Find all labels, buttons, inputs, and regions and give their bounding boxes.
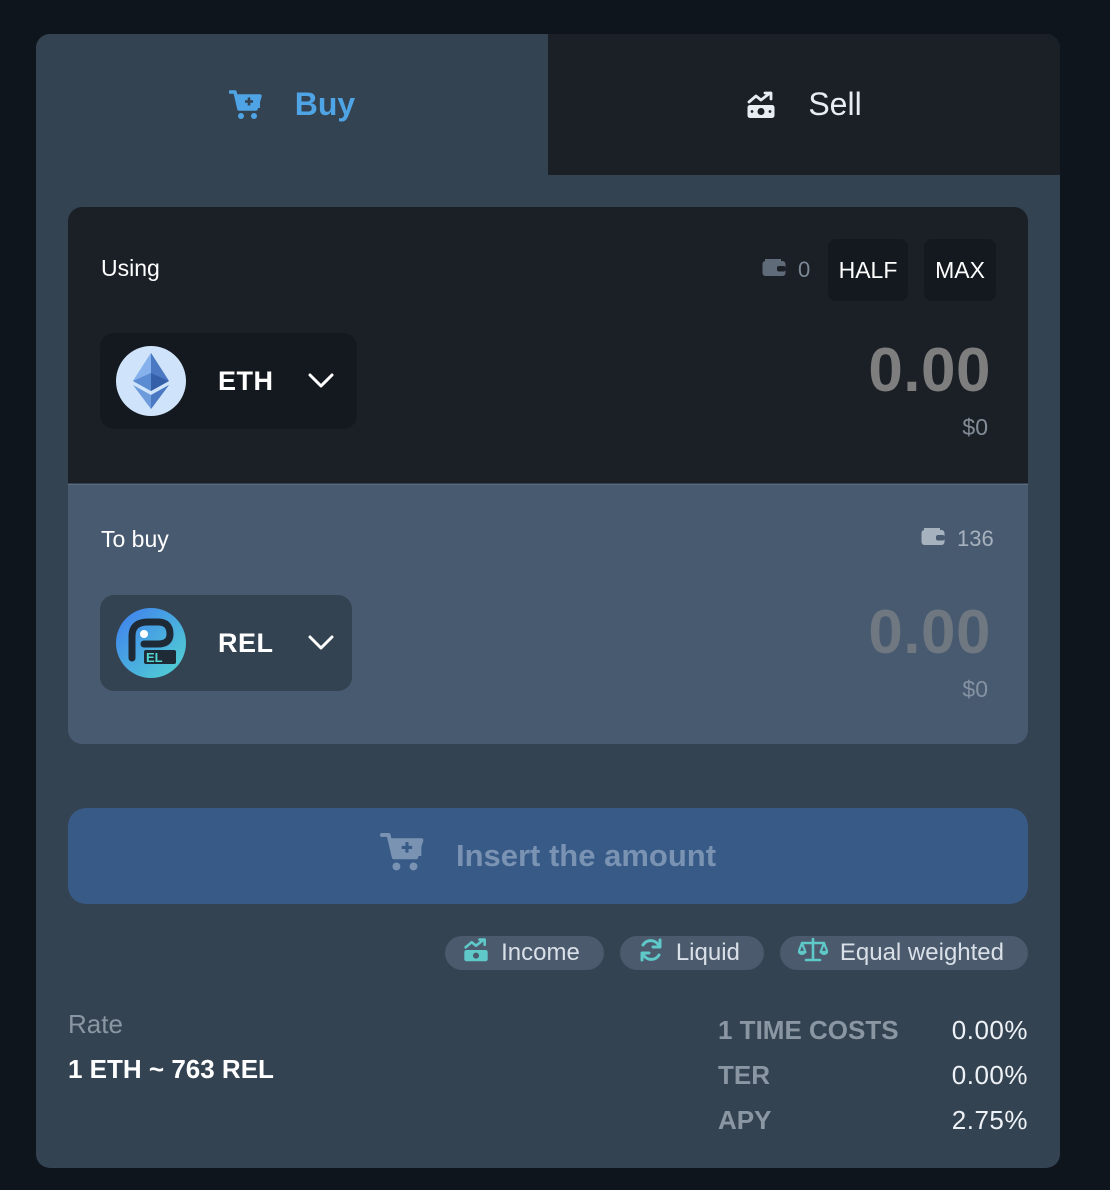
max-button[interactable]: MAX bbox=[924, 239, 996, 301]
tab-sell[interactable]: Sell bbox=[548, 34, 1060, 175]
using-token-symbol: ETH bbox=[218, 365, 274, 396]
using-panel: Using 0 HALF MAX ETH 0.00 $0 bbox=[68, 207, 1028, 483]
tag-equal-weighted: Equal weighted bbox=[779, 936, 1028, 970]
tag-income-label: Income bbox=[501, 939, 580, 966]
cost-row-ter: TER 0.00% bbox=[718, 1053, 1028, 1098]
rate-value: 1 ETH ~ 763 REL bbox=[68, 1054, 274, 1084]
chevron-down-icon bbox=[308, 635, 334, 651]
cost-value: 2.75% bbox=[951, 1105, 1028, 1135]
cost-row-apy: APY 2.75% bbox=[718, 1098, 1028, 1143]
money-chart-icon bbox=[746, 90, 776, 120]
wallet-icon bbox=[762, 257, 786, 283]
to-buy-token-select[interactable]: EL REL bbox=[100, 595, 352, 691]
rate-label: Rate bbox=[68, 1009, 123, 1039]
using-balance: 0 bbox=[762, 257, 810, 283]
wallet-icon bbox=[921, 526, 945, 552]
using-label: Using bbox=[101, 255, 160, 281]
insert-amount-label: Insert the amount bbox=[455, 838, 717, 873]
ethereum-logo bbox=[116, 346, 186, 416]
to-buy-balance-value: 136 bbox=[957, 526, 994, 551]
tag-income: Income bbox=[445, 936, 604, 970]
cost-value: 0.00% bbox=[951, 1060, 1028, 1090]
to-buy-balance: 136 bbox=[921, 526, 994, 552]
rel-logo: EL bbox=[116, 608, 186, 678]
to-buy-label: To buy bbox=[101, 526, 169, 552]
svg-text:EL: EL bbox=[146, 650, 163, 665]
cart-plus-icon bbox=[379, 831, 426, 881]
tag-liquid-label: Liquid bbox=[675, 939, 740, 966]
chevron-down-icon bbox=[308, 373, 334, 389]
tag-liquid: Liquid bbox=[619, 936, 764, 970]
cost-value: 0.00% bbox=[951, 1015, 1028, 1045]
money-chart-icon bbox=[463, 937, 489, 970]
using-amount[interactable]: 0.00 bbox=[868, 335, 991, 406]
to-buy-token-symbol: REL bbox=[218, 627, 274, 658]
cost-key: APY bbox=[718, 1105, 772, 1135]
tab-buy-label: Buy bbox=[294, 86, 356, 122]
to-buy-panel: To buy 136 EL REL 0.00 $0 bbox=[68, 484, 1028, 744]
tag-equal-weighted-label: Equal weighted bbox=[839, 939, 1004, 966]
tab-bar: Buy Sell bbox=[36, 34, 1060, 175]
fund-tags: Income Liquid Equal weighted bbox=[445, 936, 1028, 970]
scale-icon bbox=[797, 937, 829, 970]
tab-sell-label: Sell bbox=[808, 86, 862, 122]
using-balance-value: 0 bbox=[798, 257, 811, 282]
using-token-select[interactable]: ETH bbox=[100, 333, 357, 429]
cost-key: TER bbox=[718, 1060, 770, 1090]
to-buy-amount[interactable]: 0.00 bbox=[868, 597, 991, 668]
cost-row-one-time: 1 TIME COSTS 0.00% bbox=[718, 1008, 1028, 1053]
refresh-icon bbox=[638, 937, 664, 970]
to-buy-usd-value: $0 bbox=[962, 676, 988, 702]
cart-plus-icon bbox=[228, 89, 263, 121]
insert-amount-button[interactable]: Insert the amount bbox=[68, 808, 1028, 904]
swap-card: Buy Sell Using 0 HALF MAX ETH 0.00 $0 To… bbox=[36, 34, 1060, 1168]
cost-key: 1 TIME COSTS bbox=[718, 1015, 899, 1045]
using-usd-value: $0 bbox=[962, 414, 988, 440]
half-button[interactable]: HALF bbox=[828, 239, 908, 301]
tab-buy[interactable]: Buy bbox=[36, 34, 548, 175]
costs-table: 1 TIME COSTS 0.00% TER 0.00% APY 2.75% bbox=[718, 1008, 1028, 1143]
